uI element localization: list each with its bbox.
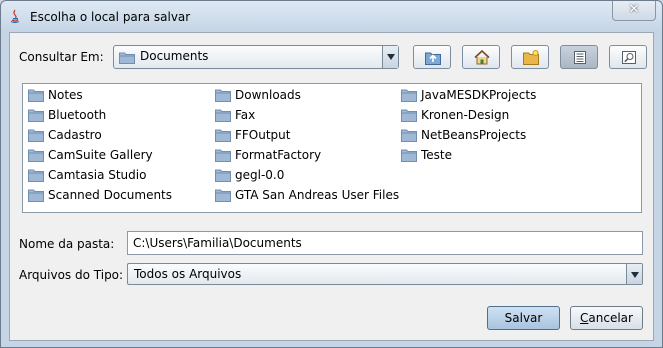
list-item-label: GTA San Andreas User Files	[235, 188, 400, 202]
new-folder-icon	[523, 50, 539, 65]
folder-icon	[401, 89, 417, 102]
list-view-icon	[574, 51, 586, 64]
save-dialog-window: Escolha o local para salvar ✕ Consultar …	[0, 0, 663, 348]
close-button[interactable]: ✕	[612, 1, 656, 21]
home-icon	[474, 50, 490, 65]
folder-icon	[215, 129, 231, 142]
folder-icon	[215, 89, 231, 102]
list-item-label: Teste	[421, 148, 453, 162]
folder-name-input[interactable]	[128, 232, 642, 254]
list-item-label: gegl-0.0	[235, 168, 285, 182]
folder-icon	[28, 169, 44, 182]
folder-icon	[28, 129, 44, 142]
close-icon: ✕	[628, 2, 640, 17]
folder-icon	[28, 109, 44, 122]
title-bar[interactable]: Escolha o local para salvar ✕	[1, 1, 662, 33]
folder-icon	[401, 129, 417, 142]
file-list[interactable]: Notes Bluetooth Cadastro CamSuite Gallery Ca…	[22, 83, 642, 213]
details-view-icon	[622, 51, 636, 64]
folder-icon	[28, 89, 44, 102]
list-item-label: Bluetooth	[48, 108, 107, 122]
folder-icon	[401, 109, 417, 122]
up-one-level-button[interactable]	[413, 45, 451, 69]
list-item-label: Fax	[235, 108, 256, 122]
folder-icon	[215, 149, 231, 162]
list-item-label: FormatFactory	[235, 148, 322, 162]
cancel-label-rest: ancelar	[588, 311, 633, 325]
list-item-label: JavaMESDKProjects	[421, 88, 537, 102]
chevron-down-icon[interactable]	[626, 264, 642, 284]
java-app-icon	[10, 9, 20, 24]
new-folder-button[interactable]	[511, 45, 549, 69]
dialog-body: Consultar Em: Documents Notes Bluetooth …	[9, 32, 654, 341]
folder-icon	[215, 169, 231, 182]
look-in-value: Documents	[140, 49, 209, 63]
list-item-label: CamSuite Gallery	[48, 148, 153, 162]
folder-name-label: Nome da pasta:	[19, 237, 115, 251]
list-item-label: Notes	[48, 88, 83, 102]
list-item-label: Camtasia Studio	[48, 168, 147, 182]
list-item-label: FFOutput	[235, 128, 291, 142]
details-view-button[interactable]	[609, 45, 647, 69]
folder-icon	[215, 109, 231, 122]
folder-icon	[119, 52, 135, 64]
list-item-label: Cadastro	[48, 128, 102, 142]
folder-name-input-wrap[interactable]	[127, 231, 643, 255]
list-item-label: Scanned Documents	[48, 188, 173, 202]
folder-up-icon	[425, 52, 441, 65]
list-item-label: Downloads	[235, 88, 301, 102]
folder-icon	[28, 149, 44, 162]
folder-icon	[28, 189, 44, 202]
chevron-down-icon[interactable]	[382, 46, 398, 68]
file-type-value: Todos os Arquivos	[134, 267, 242, 281]
list-view-button[interactable]	[560, 45, 598, 69]
look-in-label: Consultar Em:	[19, 50, 104, 64]
list-item-label: Kronen-Design	[421, 108, 510, 122]
cancel-button[interactable]: Cancelar	[570, 306, 643, 330]
folder-icon	[401, 149, 417, 162]
save-button[interactable]: Salvar	[487, 306, 560, 330]
file-type-label: Arquivos do Tipo:	[19, 268, 124, 282]
folder-icon	[215, 189, 231, 202]
window-title: Escolha o local para salvar	[30, 10, 191, 24]
file-type-combo[interactable]: Todos os Arquivos	[127, 263, 643, 285]
list-item-label: NetBeansProjects	[421, 128, 527, 142]
look-in-combo[interactable]: Documents	[113, 45, 399, 69]
home-button[interactable]	[462, 45, 500, 69]
